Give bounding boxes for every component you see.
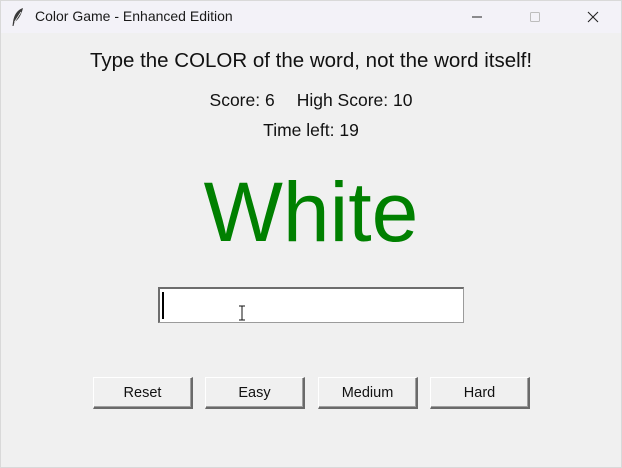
- feather-icon: [10, 7, 26, 27]
- maximize-button[interactable]: [507, 1, 563, 33]
- maximize-icon: [530, 12, 540, 22]
- timer-label: Time left: 19: [263, 120, 359, 140]
- score-label: Score: 6: [209, 90, 275, 110]
- minimize-button[interactable]: [449, 1, 505, 33]
- reset-button[interactable]: Reset: [93, 377, 193, 409]
- title-bar[interactable]: Color Game - Enhanced Edition: [1, 1, 621, 33]
- ibeam-cursor-icon: [238, 305, 246, 326]
- medium-button[interactable]: Medium: [318, 377, 418, 409]
- game-area: Type the COLOR of the word, not the word…: [1, 33, 621, 467]
- color-answer-input[interactable]: [158, 287, 464, 323]
- close-icon: [587, 11, 599, 23]
- text-caret: [162, 292, 164, 319]
- easy-button[interactable]: Easy: [205, 377, 305, 409]
- app-window: Color Game - Enhanced Edition Type the C…: [0, 0, 622, 468]
- instruction-label: Type the COLOR of the word, not the word…: [89, 49, 533, 72]
- high-score-label: High Score: 10: [296, 90, 413, 110]
- score-row: Score: 6 High Score: 10: [1, 90, 621, 111]
- hard-button[interactable]: Hard: [430, 377, 530, 409]
- window-title: Color Game - Enhanced Edition: [35, 8, 233, 24]
- close-button[interactable]: [565, 1, 621, 33]
- color-word: White: [203, 165, 419, 259]
- minimize-icon: [472, 16, 482, 18]
